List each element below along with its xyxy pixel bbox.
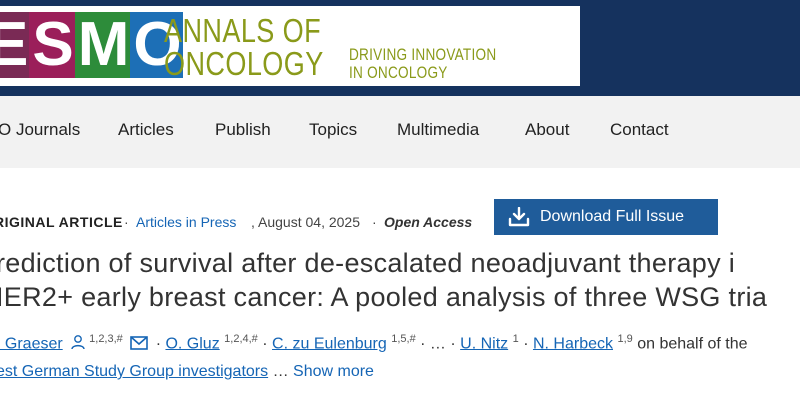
author-link[interactable]: N. Harbeck bbox=[533, 335, 613, 352]
envelope-icon[interactable] bbox=[130, 335, 149, 357]
nav-contact[interactable]: Contact bbox=[610, 120, 669, 140]
nav-topics[interactable]: Topics bbox=[309, 120, 357, 140]
author-link[interactable]: . Graeser bbox=[0, 335, 63, 352]
journal-name: ANNALS OF ONCOLOGY bbox=[164, 12, 324, 82]
more-ellipsis: … bbox=[272, 363, 289, 380]
article-meta: RIGINAL ARTICLE · Articles in Press , Au… bbox=[0, 212, 480, 232]
publication-date: , August 04, 2025 bbox=[251, 214, 360, 230]
person-icon[interactable] bbox=[70, 334, 86, 357]
download-full-issue-button[interactable]: Download Full Issue bbox=[494, 199, 718, 235]
show-more-link[interactable]: Show more bbox=[293, 363, 374, 380]
on-behalf-text: on behalf of the bbox=[637, 335, 748, 353]
author-affiliation: 1,2,4,# bbox=[224, 333, 258, 345]
nav-publish[interactable]: Publish bbox=[215, 120, 271, 140]
author-link[interactable]: C. zu Eulenburg bbox=[272, 335, 387, 352]
separator-dot: · bbox=[372, 214, 377, 230]
nav-multimedia[interactable]: Multimedia bbox=[397, 120, 479, 140]
author-group-line: est German Study Group investigators … S… bbox=[0, 361, 374, 383]
download-icon bbox=[508, 207, 530, 227]
author-link[interactable]: U. Nitz bbox=[460, 335, 508, 352]
separator-dot: · bbox=[523, 335, 529, 353]
journal-tagline: DRIVING INNOVATION IN ONCOLOGY bbox=[349, 45, 497, 82]
separator-dot: · bbox=[262, 335, 268, 353]
author-affiliation: 1,9 bbox=[617, 333, 633, 345]
article-title: rediction of survival after de-escalated… bbox=[0, 248, 768, 312]
nav-about[interactable]: About bbox=[525, 120, 569, 140]
download-button-label: Download Full Issue bbox=[540, 208, 685, 225]
esmo-letter: E bbox=[0, 12, 30, 78]
article-type: RIGINAL ARTICLE bbox=[0, 214, 123, 230]
journal-logo[interactable]: ESMO ANNALS OF ONCOLOGY DRIVING INNOVATI… bbox=[0, 6, 580, 86]
nav-esmo-journals[interactable]: O Journals bbox=[0, 120, 80, 140]
separator-dot: · bbox=[420, 335, 426, 353]
author-list: . Graeser 1,2,3,# · O. Gluz 1,2,4,# · C.… bbox=[0, 328, 748, 357]
separator-dot: · bbox=[450, 335, 456, 353]
esmo-letter: M bbox=[74, 12, 131, 78]
esmo-wordmark: ESMO bbox=[0, 12, 183, 78]
open-access-label: Open Access bbox=[384, 214, 473, 230]
author-affiliation: 1,5,# bbox=[391, 333, 416, 345]
study-group-link[interactable]: est German Study Group investigators bbox=[0, 363, 268, 380]
author-affiliation: 1 bbox=[512, 333, 519, 345]
nav-articles[interactable]: Articles bbox=[118, 120, 174, 140]
site-header: ESMO ANNALS OF ONCOLOGY DRIVING INNOVATI… bbox=[0, 0, 800, 96]
author-affiliation: 1,2,3,# bbox=[89, 333, 123, 345]
author-link[interactable]: O. Gluz bbox=[165, 335, 219, 352]
authors-ellipsis: … bbox=[429, 335, 446, 353]
separator-dot: · bbox=[155, 335, 162, 353]
separator-dot: · bbox=[124, 214, 129, 230]
main-nav: O Journals Articles Publish Topics Multi… bbox=[0, 96, 800, 168]
articles-in-press-link[interactable]: Articles in Press bbox=[136, 212, 236, 232]
esmo-letter: S bbox=[29, 12, 75, 78]
